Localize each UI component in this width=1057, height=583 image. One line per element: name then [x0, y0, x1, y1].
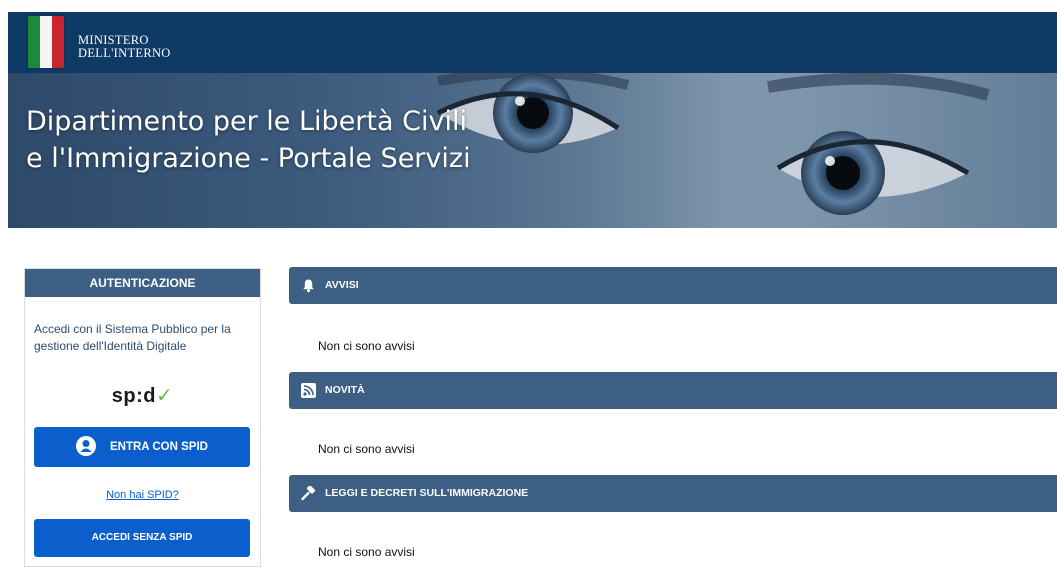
italian-flag-logo[interactable]: [28, 16, 64, 68]
spid-description: Accedi con il Sistema Pubblico per la ge…: [34, 321, 256, 355]
section-header-avvisi: AVVISI: [289, 267, 1057, 304]
section-header-novita: NOVITÀ: [289, 372, 1057, 409]
section-title-avvisi: AVVISI: [325, 279, 359, 291]
section-title-leggi-decreti: LEGGI E DECRETI SULL'IMMIGRAZIONE: [325, 487, 529, 499]
login-without-spid-label: ACCEDI SENZA SPID: [91, 532, 193, 543]
page-title-line1: Dipartimento per le Libertà Civili: [26, 106, 467, 137]
page-title-line2: e l'Immigrazione - Portale Servizi: [26, 143, 471, 174]
ministry-line2: DELL'INTERNO: [78, 46, 171, 60]
spid-description-line1: Accedi con il Sistema Pubblico per la: [34, 322, 231, 336]
section-header-leggi-decreti: LEGGI E DECRETI SULL'IMMIGRAZIONE: [289, 475, 1057, 512]
section-body-avvisi: Non ci sono avvisi: [318, 339, 415, 353]
spid-logo: sp:d✓: [25, 383, 260, 408]
login-without-spid-button[interactable]: ACCEDI SENZA SPID: [34, 519, 250, 557]
spid-description-line2: gestione dell'Identità Digitale: [34, 339, 187, 353]
hero-banner: Dipartimento per le Libertà Civili e l'I…: [8, 73, 1057, 228]
login-spid-label: ENTRA CON SPID: [110, 441, 208, 453]
spid-logo-text: sp:d: [111, 385, 156, 407]
bell-icon: [301, 278, 316, 293]
spid-check-icon: ✓: [155, 385, 174, 407]
section-body-novita: Non ci sono avvisi: [318, 442, 415, 456]
authentication-panel: AUTENTICAZIONE Accedi con il Sistema Pub…: [24, 268, 261, 567]
login-spid-button[interactable]: ENTRA CON SPID: [34, 427, 250, 467]
no-spid-link[interactable]: Non hai SPID?: [25, 489, 260, 501]
page-title: Dipartimento per le Libertà Civili e l'I…: [26, 103, 471, 177]
ministry-header-bar: MINISTERO DELL'INTERNO: [8, 12, 1057, 73]
gavel-icon: [301, 485, 316, 501]
section-title-novita: NOVITÀ: [325, 384, 365, 396]
ministry-name[interactable]: MINISTERO DELL'INTERNO: [78, 34, 171, 60]
rss-icon: [301, 383, 316, 398]
section-body-leggi-decreti: Non ci sono avvisi: [318, 545, 415, 559]
user-icon: [76, 435, 96, 456]
authentication-heading: AUTENTICAZIONE: [25, 269, 260, 297]
